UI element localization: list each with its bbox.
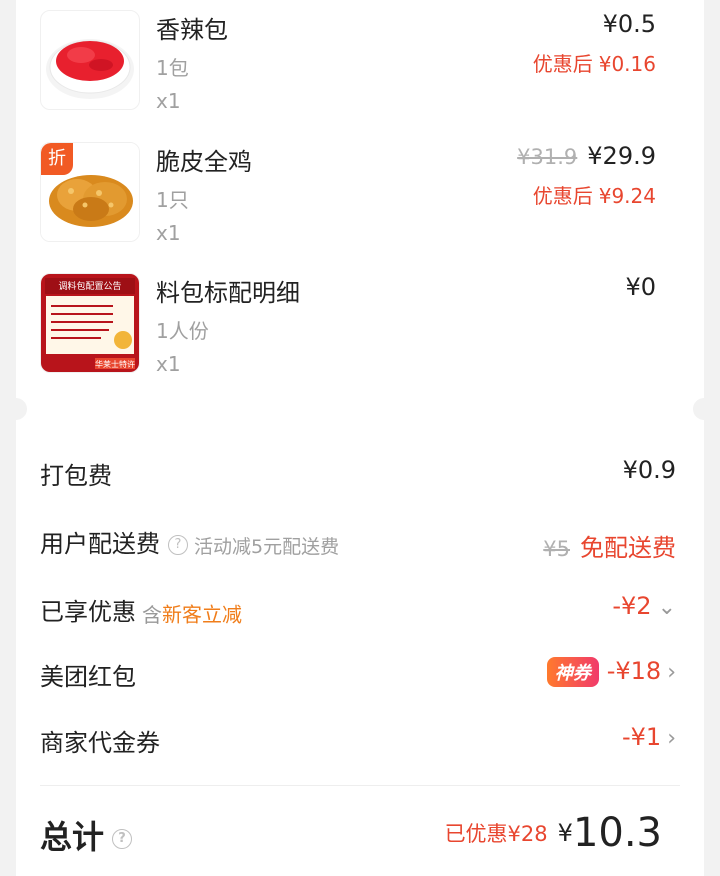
discount-highlight: 新客立减 [162,602,242,627]
delivery-fee-row: 用户配送费? 活动减5元配送费 ¥5 免配送费 [40,520,676,562]
svg-text:调料包配置公告: 调料包配置公告 [58,280,121,292]
discount-label: 已享优惠 [40,598,136,626]
red-packet-row[interactable]: 美团红包 神券 -¥18 › [40,653,676,693]
total-label: 总计 [40,818,105,856]
item-discount-price: 优惠后 ¥0.16 [532,52,656,76]
total-saved: 已优惠¥28 [444,822,548,846]
packing-fee-value: ¥0.9 [622,456,676,484]
item-spec: 1人份 [156,319,209,343]
item-name: 料包标配明细 [156,279,300,307]
chevron-down-icon[interactable]: ⌄ [658,595,676,620]
discount-value: -¥2 [612,592,652,620]
item-name: 脆皮全鸡 [156,148,252,176]
item-quantity: x1 [156,89,181,113]
help-icon[interactable]: ? [112,829,133,849]
svg-text:华莱士特许: 华莱士特许 [95,359,135,369]
packing-fee-label: 打包费 [40,462,112,490]
item-original-price: ¥31.9 [517,145,578,169]
seasoning-notice-card-icon: 调料包配置公告 华莱士特许 [40,273,140,373]
delivery-fee-label: 用户配送费 [40,530,160,558]
order-item[interactable]: 香辣包 1包 x1 ¥0.5 优惠后 ¥0.16 [40,0,660,120]
chevron-right-icon[interactable]: › [667,660,676,685]
item-price: ¥29.9 [587,142,656,170]
discount-row[interactable]: 已享优惠 含新客立减 -¥2 ⌄ [40,588,676,628]
voucher-value: -¥1 [621,723,662,751]
red-packet-label: 美团红包 [40,663,136,691]
packing-fee-row: 打包费 ¥0.9 [40,452,676,492]
item-name: 香辣包 [156,16,228,44]
fried-chicken-icon: 折 [40,142,140,242]
item-discount-price: 优惠后 ¥9.24 [532,184,656,208]
order-item[interactable]: 调料包配置公告 华莱士特许 料包标配明细 1人份 x1 ¥0 [40,263,660,383]
total-amount: 10.3 [572,810,662,856]
card-notch-right [693,398,715,420]
voucher-label: 商家代金券 [40,729,160,757]
red-packet-value: -¥18 [606,657,662,685]
total-row: 总计? 已优惠¥28 ¥10.3 [40,810,676,860]
divider [40,785,680,786]
item-spec: 1只 [156,188,189,212]
delivery-fee-value: 免配送费 [580,534,676,562]
delivery-fee-original: ¥5 [543,537,570,561]
item-price: ¥0.5 [602,10,656,38]
item-quantity: x1 [156,352,181,376]
coupon-tag: 神券 [546,657,599,687]
item-price: ¥0 [625,273,656,301]
item-spec: 1包 [156,56,189,80]
discount-badge: 折 [41,143,73,175]
order-item[interactable]: 折 脆皮全鸡 1只 x1 ¥31.9 ¥29.9 优惠后 ¥9.24 [40,132,660,252]
chevron-right-icon[interactable]: › [667,726,676,751]
voucher-row[interactable]: 商家代金券 -¥1 › [40,719,676,759]
item-quantity: x1 [156,221,181,245]
help-icon[interactable]: ? [168,535,188,555]
card-notch-left [5,398,27,420]
currency-symbol: ¥ [557,819,573,847]
discount-prefix: 含 [142,602,162,627]
red-spice-bowl-icon [40,10,140,110]
delivery-fee-note: 活动减5元配送费 [194,535,340,558]
